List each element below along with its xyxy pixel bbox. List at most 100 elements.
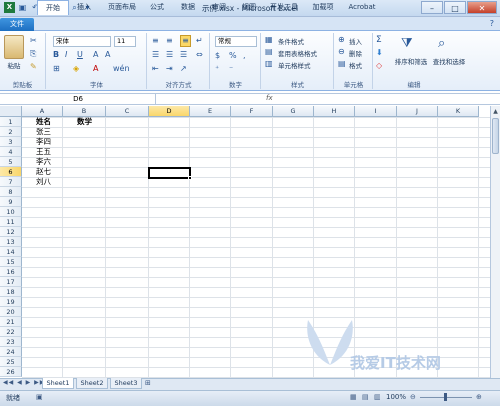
align-middle-icon[interactable]: ≡ [166, 36, 173, 46]
row-header-23[interactable]: 23 [0, 337, 22, 347]
column-header-c[interactable]: C [106, 106, 149, 117]
tab-acrobat[interactable]: Acrobat [344, 0, 380, 14]
bold-icon[interactable]: B [53, 50, 59, 60]
row-header-14[interactable]: 14 [0, 247, 22, 257]
zoom-out-icon[interactable]: ⊖ [410, 393, 416, 401]
row-header-16[interactable]: 16 [0, 267, 22, 277]
align-bottom-icon[interactable]: ≡ [180, 35, 191, 47]
decrease-font-icon[interactable]: A [105, 50, 110, 60]
column-header-i[interactable]: I [355, 106, 397, 117]
cell-styles-button[interactable]: 单元格样式 [278, 60, 311, 70]
row-header-15[interactable]: 15 [0, 257, 22, 267]
select-all-corner[interactable] [0, 106, 22, 117]
scroll-up-icon[interactable]: ▲ [492, 108, 499, 116]
align-left-icon[interactable]: ☰ [152, 50, 159, 60]
align-right-icon[interactable]: ☰ [180, 50, 187, 60]
formula-input[interactable] [280, 94, 485, 104]
column-header-e[interactable]: E [190, 106, 231, 117]
decrease-decimal-icon[interactable]: ⁻ [229, 64, 233, 74]
tab-insert[interactable]: 插入 [72, 0, 96, 14]
page-break-view-icon[interactable]: ▥ [374, 393, 381, 401]
underline-icon[interactable]: U [77, 50, 83, 60]
tab-addins[interactable]: 加载项 [309, 0, 337, 14]
row-header-20[interactable]: 20 [0, 307, 22, 317]
format-painter-icon[interactable]: ✎ [30, 62, 37, 72]
sheet-tab-2[interactable]: Sheet2 [76, 378, 108, 389]
fx-button[interactable]: fx [266, 94, 273, 102]
vertical-scrollbar[interactable]: ▲ [490, 106, 500, 378]
row-header-2[interactable]: 2 [0, 127, 22, 137]
column-header-f[interactable]: F [231, 106, 273, 117]
autosum-icon[interactable]: Σ [376, 35, 382, 45]
row-header-17[interactable]: 17 [0, 277, 22, 287]
row-header-21[interactable]: 21 [0, 317, 22, 327]
row-header-6[interactable]: 6 [0, 167, 22, 177]
column-header-j[interactable]: J [397, 106, 438, 117]
cell-a7[interactable]: 刘八 [36, 177, 51, 187]
row-header-10[interactable]: 10 [0, 207, 22, 217]
tab-review[interactable]: 审阅 [207, 0, 231, 14]
sheet-nav-icons[interactable]: ◀◀ ◀ ▶ ▶▶ [3, 379, 45, 386]
font-color-icon[interactable]: A [93, 64, 98, 74]
delete-button[interactable]: 删除 [349, 48, 362, 58]
minimize-button[interactable]: – [421, 1, 443, 14]
row-header-4[interactable]: 4 [0, 147, 22, 157]
cell-a4[interactable]: 王五 [36, 147, 51, 157]
currency-icon[interactable]: $ [215, 51, 220, 61]
close-button[interactable]: ✕ [467, 1, 497, 14]
column-header-k[interactable]: K [438, 106, 479, 117]
border-icon[interactable]: ⊞ [53, 64, 60, 74]
zoom-slider-thumb[interactable] [444, 393, 447, 401]
cell-a6[interactable]: 赵七 [36, 167, 51, 177]
phonetic-icon[interactable]: wén [113, 64, 130, 74]
conditional-format-button[interactable]: 条件格式 [278, 36, 304, 46]
tab-formulas[interactable]: 公式 [145, 0, 169, 14]
fill-color-icon[interactable]: ◈ [73, 64, 79, 74]
zoom-level[interactable]: 100% [386, 393, 406, 401]
increase-font-icon[interactable]: A [93, 50, 98, 60]
number-format-combo[interactable]: 常规 [215, 36, 257, 47]
maximize-button[interactable]: □ [444, 1, 466, 14]
row-header-12[interactable]: 12 [0, 227, 22, 237]
selected-cell-d6[interactable] [148, 167, 191, 179]
cut-icon[interactable]: ✂ [30, 36, 37, 46]
tab-data[interactable]: 数据 [176, 0, 200, 14]
copy-icon[interactable]: ⎘ [30, 49, 36, 59]
orientation-icon[interactable]: ↗ [180, 64, 187, 74]
sort-filter-button[interactable]: 排序和筛选 [392, 56, 430, 66]
row-header-11[interactable]: 11 [0, 217, 22, 227]
row-header-25[interactable]: 25 [0, 357, 22, 367]
help-icon[interactable]: ? [490, 19, 494, 28]
save-icon[interactable]: ▣ [17, 2, 28, 13]
row-header-3[interactable]: 3 [0, 137, 22, 147]
italic-icon[interactable]: I [65, 50, 67, 60]
percent-icon[interactable]: % [229, 51, 237, 61]
cell-b1[interactable]: 数学 [77, 117, 92, 127]
row-header-18[interactable]: 18 [0, 287, 22, 297]
name-box[interactable]: D6 [1, 94, 156, 104]
cell-a2[interactable]: 张三 [36, 127, 51, 137]
row-header-24[interactable]: 24 [0, 347, 22, 357]
normal-view-icon[interactable]: ▦ [350, 393, 357, 401]
format-button[interactable]: 格式 [349, 60, 362, 70]
sheet-tab-3[interactable]: Sheet3 [110, 378, 142, 389]
tab-developer[interactable]: 开发工具 [266, 0, 302, 14]
column-header-h[interactable]: H [314, 106, 355, 117]
page-layout-view-icon[interactable]: ▤ [362, 393, 369, 401]
new-sheet-icon[interactable]: ⊞ [145, 379, 151, 387]
scroll-thumb[interactable] [492, 118, 499, 154]
column-header-a[interactable]: A [22, 106, 63, 117]
tab-file[interactable]: 文件 [0, 18, 34, 31]
column-header-b[interactable]: B [63, 106, 106, 117]
row-header-5[interactable]: 5 [0, 157, 22, 167]
row-header-7[interactable]: 7 [0, 177, 22, 187]
format-as-table-button[interactable]: 套用表格格式 [278, 48, 317, 58]
column-header-g[interactable]: G [273, 106, 314, 117]
insert-button[interactable]: 插入 [349, 36, 362, 46]
decrease-indent-icon[interactable]: ⇤ [152, 64, 159, 74]
comma-icon[interactable]: , [243, 51, 246, 61]
wrap-text-icon[interactable]: ↵ [196, 36, 203, 46]
paste-icon[interactable] [4, 35, 24, 59]
cell-a1[interactable]: 姓名 [36, 117, 51, 127]
find-select-button[interactable]: 查找和选择 [430, 56, 468, 66]
